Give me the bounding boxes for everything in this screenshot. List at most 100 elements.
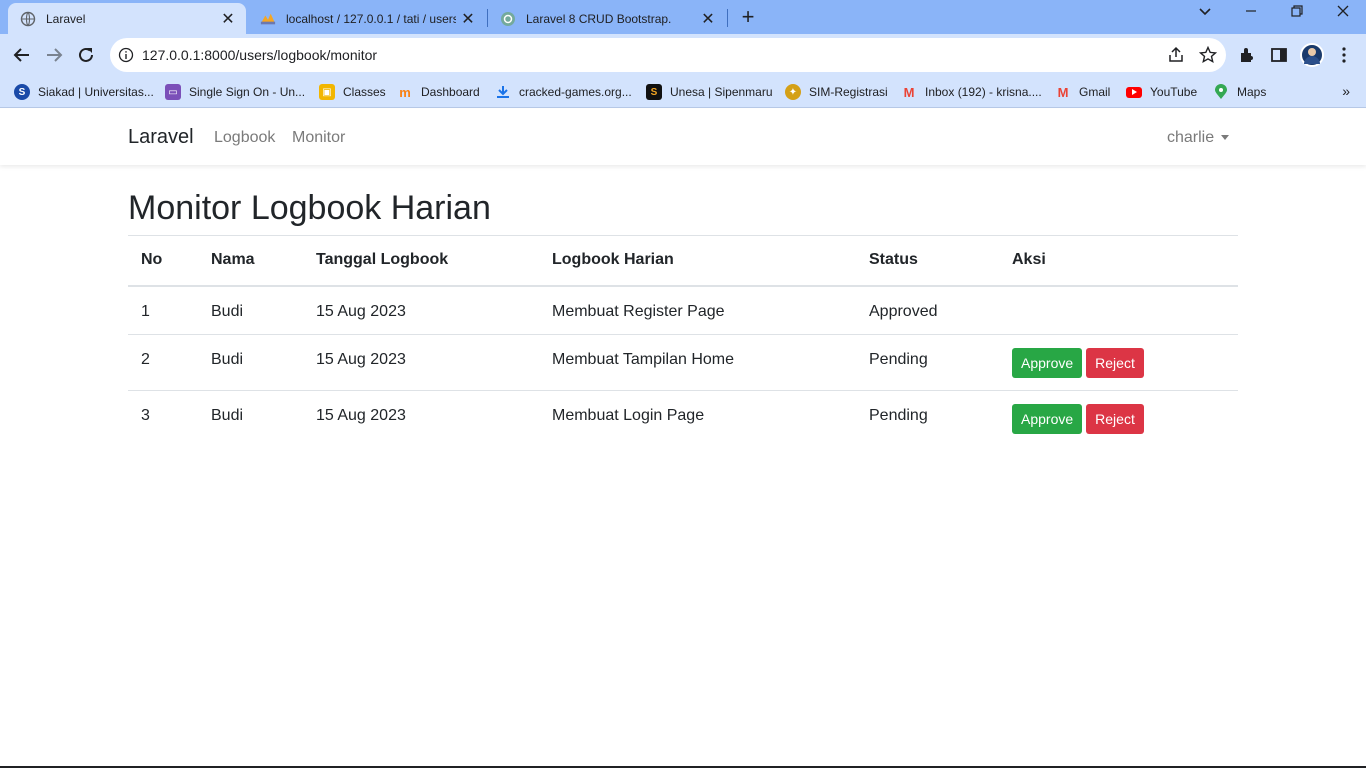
cell-nama: Budi [198, 390, 303, 447]
back-arrow-icon[interactable] [9, 42, 35, 68]
bookmark-classes[interactable]: ▣ Classes [319, 82, 386, 102]
phpmyadmin-icon [260, 11, 276, 27]
tab-separator [727, 9, 728, 27]
cell-tanggal: 15 Aug 2023 [303, 390, 539, 447]
column-header: Tanggal Logbook [303, 235, 539, 287]
tab-title: Laravel 8 CRUD Bootstrap. [526, 11, 672, 26]
cell-tanggal: 15 Aug 2023 [303, 334, 539, 391]
caret-down-icon [1221, 135, 1230, 141]
site-info-icon[interactable] [118, 47, 134, 63]
nav-link-monitor[interactable]: Monitor [292, 129, 345, 147]
share-icon[interactable] [1167, 46, 1185, 64]
bookmark-youtube[interactable]: YouTube [1126, 82, 1197, 102]
tab-title: Laravel [46, 11, 86, 26]
cell-no: 2 [128, 334, 198, 391]
unesa-logo-icon: ✦ [785, 84, 801, 100]
bookmark-sipenmaru[interactable]: S Unesa | Sipenmaru [646, 82, 773, 102]
bookmark-gmail[interactable]: M Gmail [1055, 82, 1111, 102]
table-header-row: No Nama Tanggal Logbook Logbook Harian S… [128, 235, 1238, 287]
tab-title: localhost / 127.0.0.1 / tati / users [286, 11, 456, 26]
profile-avatar[interactable] [1300, 43, 1324, 67]
bookmark-label: Classes [343, 85, 386, 99]
approve-button[interactable]: Approve [1012, 404, 1083, 434]
user-dropdown[interactable]: charlie [1167, 129, 1230, 147]
address-bar[interactable]: 127.0.0.1:8000/users/logbook/monitor [110, 38, 1226, 72]
column-header: Nama [198, 235, 303, 287]
app-navbar: Laravel Logbook Monitor charlie [0, 109, 1366, 165]
globe-icon [20, 11, 36, 27]
bookmark-dashboard[interactable]: m Dashboard [397, 82, 480, 102]
extensions-icon[interactable] [1236, 44, 1258, 66]
bookmark-maps[interactable]: Maps [1213, 82, 1266, 102]
download-icon [495, 84, 511, 100]
table-row: 3 Budi 15 Aug 2023 Membuat Login Page Pe… [128, 390, 1238, 447]
cell-nama: Budi [198, 334, 303, 391]
classroom-icon: ▣ [319, 84, 335, 100]
tab-phpmyadmin[interactable]: localhost / 127.0.0.1 / tati / users ✕ [248, 3, 486, 34]
openai-icon [500, 11, 516, 27]
column-header: Logbook Harian [539, 235, 856, 287]
side-panel-icon[interactable] [1268, 44, 1290, 66]
column-header: Aksi [999, 235, 1238, 287]
bookmark-sim-registrasi[interactable]: ✦ SIM-Registrasi [785, 82, 888, 102]
column-header: Status [856, 235, 999, 287]
logbook-table: No Nama Tanggal Logbook Logbook Harian S… [128, 235, 1238, 447]
bookmark-sso[interactable]: ▭ Single Sign On - Un... [165, 82, 305, 102]
bookmark-label: Single Sign On - Un... [189, 85, 306, 99]
page-content: Laravel Logbook Monitor charlie Monitor … [0, 109, 1366, 768]
cell-status: Pending [856, 390, 999, 447]
bookmark-siakad[interactable]: S Siakad | Universitas... [14, 82, 154, 102]
close-tab-icon[interactable]: ✕ [456, 9, 480, 29]
navbar-brand[interactable]: Laravel [128, 126, 194, 149]
user-name: charlie [1167, 129, 1215, 146]
cell-tanggal: 15 Aug 2023 [316, 302, 406, 320]
sipenmaru-icon: S [646, 84, 662, 100]
table-row: 2 Budi 15 Aug 2023 Membuat Tampilan Home… [128, 334, 1238, 391]
close-window-icon[interactable] [1323, 4, 1363, 26]
approve-button[interactable]: Approve [1012, 348, 1083, 378]
chevron-right-icon[interactable]: » [1342, 83, 1350, 99]
cell-logbook: Membuat Tampilan Home [539, 334, 856, 391]
bookmark-label: Maps [1237, 85, 1267, 99]
reject-button[interactable]: Reject [1086, 348, 1144, 378]
bookmark-label: SIM-Registrasi [809, 85, 888, 99]
tab-crud[interactable]: Laravel 8 CRUD Bootstrap. ✕ [488, 3, 726, 34]
siakad-icon: S [14, 84, 30, 100]
cell-logbook: Membuat Register Page [552, 302, 725, 320]
youtube-icon [1126, 86, 1142, 98]
chrome-menu-icon[interactable] [1333, 44, 1355, 66]
cell-actions [999, 286, 1238, 335]
maps-icon [1213, 84, 1229, 100]
bookmark-inbox[interactable]: M Inbox (192) - krisna.... [901, 82, 1042, 102]
cell-logbook: Membuat Login Page [539, 390, 856, 447]
page-title: Monitor Logbook Harian [128, 189, 491, 227]
tab-search-icon[interactable] [1185, 4, 1225, 26]
minimize-icon[interactable] [1231, 4, 1271, 26]
cell-no: 1 [141, 302, 150, 320]
url-text: 127.0.0.1:8000/users/logbook/monitor [142, 47, 378, 63]
reject-button[interactable]: Reject [1086, 404, 1144, 434]
bookmark-label: Siakad | Universitas... [38, 85, 154, 99]
bookmark-label: cracked-games.org... [519, 85, 632, 99]
nav-link-logbook[interactable]: Logbook [214, 129, 275, 147]
cell-actions: Approve Reject [999, 334, 1238, 391]
bookmark-label: YouTube [1150, 85, 1198, 99]
close-tab-icon[interactable]: ✕ [696, 9, 720, 29]
bookmark-star-icon[interactable] [1198, 45, 1218, 64]
forward-arrow-icon[interactable] [41, 42, 67, 68]
sso-icon: ▭ [165, 84, 181, 100]
address-toolbar: 127.0.0.1:8000/users/logbook/monitor [0, 34, 1366, 76]
new-tab-button[interactable]: + [736, 6, 760, 30]
reload-icon[interactable] [73, 42, 99, 68]
cell-no: 3 [128, 390, 198, 447]
table-row: 1 Budi 15 Aug 2023 Membuat Register Page… [128, 286, 1238, 335]
tab-laravel[interactable]: Laravel ✕ [8, 3, 246, 34]
cell-status: Approved [869, 302, 938, 320]
close-tab-icon[interactable]: ✕ [216, 9, 240, 29]
gmail-icon: M [1057, 84, 1069, 100]
bookmark-cracked-games[interactable]: cracked-games.org... [495, 82, 632, 102]
restore-icon[interactable] [1277, 4, 1317, 26]
bookmark-label: Unesa | Sipenmaru [670, 85, 773, 99]
moodle-icon: m [399, 84, 411, 100]
column-header: No [128, 235, 198, 287]
